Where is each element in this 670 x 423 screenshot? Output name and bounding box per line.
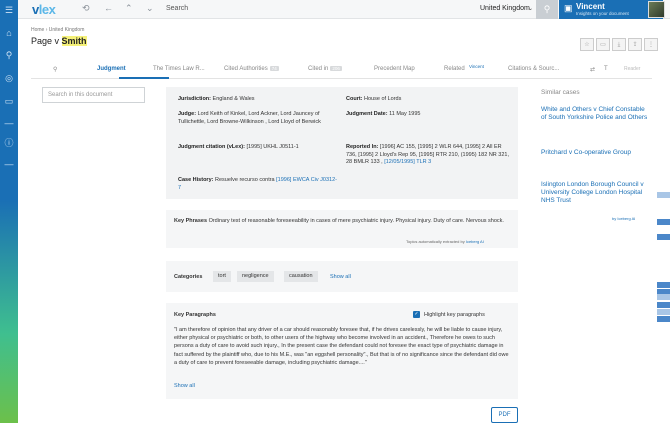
key-paragraphs-title: Key Paragraphs: [174, 312, 216, 318]
search-button[interactable]: ⚲: [536, 0, 558, 19]
tab-times-law[interactable]: The Times Law R...: [153, 66, 205, 72]
tab-cited-in[interactable]: Cited in 206: [308, 66, 342, 72]
categories-show-all[interactable]: Show all: [330, 274, 351, 280]
search-icon[interactable]: ⚲: [0, 48, 18, 62]
folder-icon[interactable]: ▭: [596, 38, 610, 51]
user-name: Vincent: [576, 2, 605, 11]
category-chip[interactable]: causation: [284, 271, 318, 282]
avatar[interactable]: [648, 1, 665, 18]
info-icon[interactable]: ⓘ: [0, 136, 18, 150]
scroll-marker[interactable]: [657, 294, 670, 300]
history-icon[interactable]: ⟲: [82, 3, 90, 14]
powered-by: by Iceberg AI: [612, 216, 636, 221]
left-nav: ☰ ⌂ ⚲ ◎ ▭ — ⓘ —: [0, 0, 18, 423]
top-bar: vlex ⟲ ← ⌃ ⌄ Search United Kingdom ⌄ ⚲ ▣…: [18, 0, 670, 19]
similar-cases-title: Similar cases: [541, 89, 580, 96]
translate-icon[interactable]: ⇄: [590, 66, 595, 73]
scroll-marker[interactable]: [657, 309, 670, 315]
active-tab-indicator: [119, 77, 169, 79]
reader-toggle[interactable]: Reader: [624, 66, 640, 72]
scroll-marker[interactable]: [657, 219, 670, 225]
pdf-button[interactable]: PDF: [491, 407, 518, 423]
country-select[interactable]: United Kingdom: [480, 5, 530, 12]
categories-label: Categories: [174, 274, 203, 280]
tab-judgment[interactable]: Judgment: [97, 66, 126, 72]
judgment-date: Judgment Date: 11 May 1995: [346, 111, 421, 117]
breadcrumb[interactable]: Home › United Kingdom: [31, 27, 84, 33]
similar-case-link[interactable]: White and Others v Chief Constable of So…: [541, 106, 651, 122]
vlex-logo[interactable]: vlex: [32, 2, 56, 17]
similar-case-link[interactable]: Pritchard v Co-operative Group: [541, 149, 651, 157]
case-history: Case History: Resuelve recurso contra [1…: [178, 177, 337, 191]
judgment-citation: Judgment citation (vLex): [1995] UKHL J0…: [178, 144, 299, 150]
scroll-marker[interactable]: [657, 302, 670, 308]
highlight-label[interactable]: Highlight key paragraphs: [424, 312, 485, 318]
tab-precedent-map[interactable]: Precedent Map: [374, 66, 415, 72]
document-tabs: ⚲ Judgment The Times Law R... Cited Auth…: [31, 61, 652, 79]
judge: Judge: Lord Keith of Kinkel, Lord Ackner…: [178, 111, 321, 125]
jurisdiction: Jurisdiction: England & Wales: [178, 96, 255, 102]
key-paragraphs: Key Paragraphs ✓ Highlight key paragraph…: [166, 303, 518, 399]
menu-icon[interactable]: ☰: [0, 3, 18, 17]
key-phrases-footer: Topics automatically extracted by Iceber…: [406, 239, 484, 244]
dash-icon[interactable]: —: [0, 157, 18, 171]
categories: Categories tort negligence causation Sho…: [166, 261, 518, 292]
key-paragraphs-show-all[interactable]: Show all: [174, 383, 195, 389]
similar-case-link[interactable]: Islington London Borough Council v Unive…: [541, 181, 651, 205]
download-icon[interactable]: ⤓: [612, 38, 626, 51]
chevron-down-icon[interactable]: ⌄: [528, 5, 533, 12]
scroll-marker[interactable]: [657, 316, 670, 322]
key-phrases: Key Phrases Ordinary test of reasonable …: [166, 210, 518, 248]
iceberg-link[interactable]: Iceberg AI: [466, 239, 484, 244]
case-metadata: Jurisdiction: England & Wales Court: Hou…: [166, 87, 518, 199]
tab-related[interactable]: Related: [444, 66, 465, 72]
nav-gradient: [0, 200, 18, 423]
global-search-input[interactable]: Search: [166, 5, 188, 12]
court: Court: House of Lords: [346, 96, 402, 102]
key-phrases-text: Key Phrases Ordinary test of reasonable …: [174, 218, 504, 224]
doc-search-input[interactable]: Search in this document: [42, 87, 145, 103]
reported-link[interactable]: [12/05/1995] TLR 3: [384, 159, 431, 165]
tab-cited-authorities[interactable]: Cited Authorities 74: [224, 66, 279, 72]
more-icon[interactable]: ⋮: [644, 38, 658, 51]
compass-icon[interactable]: ◎: [0, 71, 18, 85]
dash-icon[interactable]: —: [0, 116, 18, 130]
tab-citations-sources[interactable]: Citations & Sourc...: [508, 66, 559, 72]
user-subtitle: Insights on your document: [576, 11, 629, 16]
chevron-down-icon[interactable]: ⌄: [146, 3, 154, 14]
star-icon[interactable]: ☆: [580, 38, 594, 51]
share-icon[interactable]: ⇪: [628, 38, 642, 51]
scroll-marker[interactable]: [657, 234, 670, 240]
message-icon[interactable]: ▭: [0, 94, 18, 108]
back-icon[interactable]: ←: [104, 3, 113, 13]
home-icon[interactable]: ⌂: [0, 26, 18, 40]
chevron-up-icon[interactable]: ⌃: [125, 3, 133, 14]
category-chip[interactable]: negligence: [237, 271, 274, 282]
reported-in: Reported In: [1996] AC 155, [1995] 2 WLR…: [346, 144, 509, 165]
vincent-tag: Vincent: [469, 64, 484, 69]
user-icon: ▣: [564, 3, 573, 13]
scroll-markers[interactable]: [657, 80, 670, 423]
font-size-icon[interactable]: T: [604, 66, 608, 72]
scroll-marker[interactable]: [657, 192, 670, 198]
scroll-marker[interactable]: [657, 282, 670, 288]
highlight-checkbox[interactable]: ✓: [413, 311, 420, 318]
category-chip[interactable]: tort: [213, 271, 231, 282]
search-icon: ⚲: [543, 4, 551, 14]
key-paragraph-text: "I am therefore of opinion that any driv…: [174, 327, 509, 366]
page-title: Page v Smith: [31, 36, 87, 46]
tab-search-icon[interactable]: ⚲: [53, 66, 57, 73]
